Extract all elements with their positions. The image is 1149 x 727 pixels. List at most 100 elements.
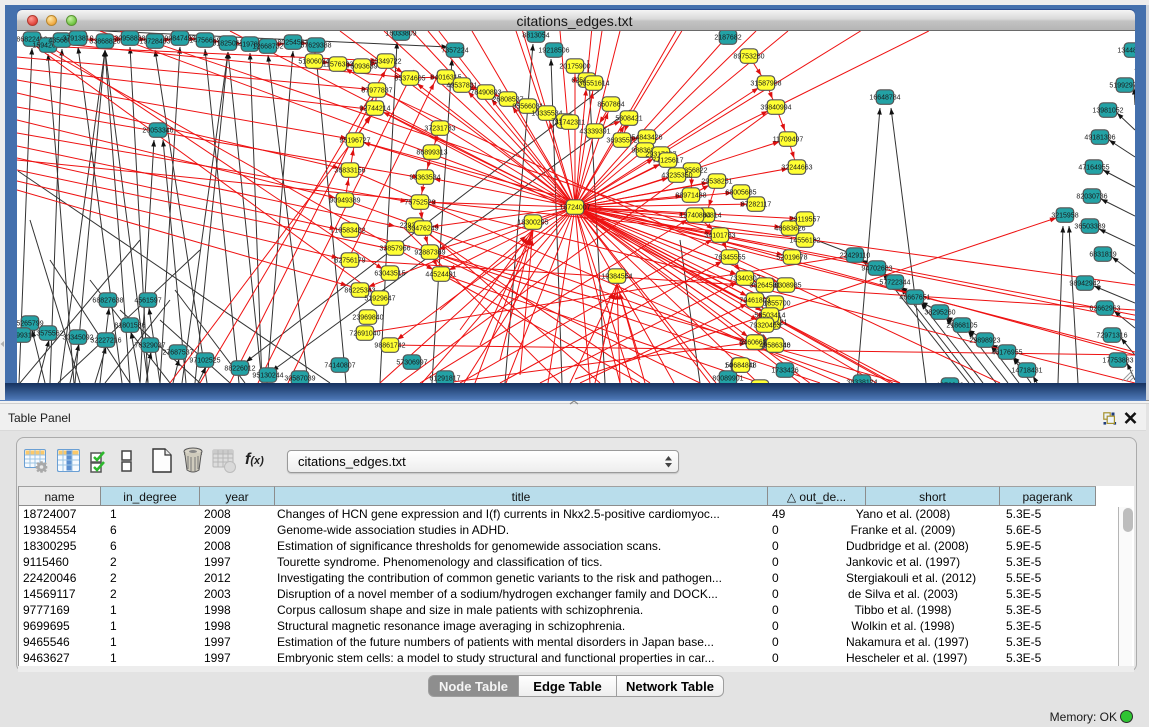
svg-text:85374605: 85374605 <box>394 76 425 83</box>
svg-text:88971488: 88971488 <box>675 193 706 200</box>
svg-text:8507864: 8507864 <box>597 102 624 109</box>
svg-text:34101783: 34101783 <box>704 233 735 240</box>
svg-text:77125617: 77125617 <box>652 158 683 165</box>
svg-text:20175900: 20175900 <box>559 64 590 71</box>
svg-text:43339391: 43339391 <box>579 129 610 136</box>
svg-text:22429110: 22429110 <box>840 253 871 260</box>
svg-text:92744214: 92744214 <box>359 106 390 113</box>
svg-text:31742311: 31742311 <box>555 120 586 127</box>
svg-text:90949389: 90949389 <box>329 198 360 205</box>
svg-text:2187682: 2187682 <box>714 35 741 42</box>
svg-text:62662963: 62662963 <box>1089 306 1120 313</box>
svg-text:20053346: 20053346 <box>142 128 173 135</box>
svg-text:95196727: 95196727 <box>339 138 370 145</box>
svg-text:98942942: 98942942 <box>1069 281 1100 288</box>
svg-text:36551614: 36551614 <box>578 81 609 88</box>
svg-text:86899313: 86899313 <box>416 150 447 157</box>
svg-text:13575562: 13575562 <box>32 331 63 338</box>
svg-text:11709497: 11709497 <box>773 137 804 144</box>
svg-text:29119557: 29119557 <box>790 217 821 224</box>
svg-text:87282117: 87282117 <box>741 202 772 209</box>
svg-text:19218506: 19218506 <box>538 48 569 55</box>
svg-text:3215958: 3215958 <box>1051 213 1078 220</box>
svg-text:36503389: 36503389 <box>1074 224 1105 231</box>
svg-text:1733426: 1733426 <box>771 368 798 375</box>
svg-text:49537831: 49537831 <box>446 83 477 90</box>
svg-text:79320463: 79320463 <box>749 323 780 330</box>
svg-text:38295260: 38295260 <box>924 310 955 317</box>
svg-text:79461803: 79461803 <box>739 298 770 305</box>
svg-text:57722344: 57722344 <box>879 280 910 287</box>
svg-text:29538251: 29538251 <box>701 179 732 186</box>
svg-text:23969840: 23969840 <box>352 315 383 322</box>
svg-text:13448136: 13448136 <box>1117 48 1135 55</box>
svg-text:74140807: 74140807 <box>324 363 355 370</box>
svg-text:30587039: 30587039 <box>284 376 315 383</box>
svg-text:47164955: 47164955 <box>1078 165 1109 172</box>
svg-text:72971316: 72971316 <box>1096 333 1127 340</box>
svg-text:5308421: 5308421 <box>615 116 642 123</box>
svg-text:33857966: 33857966 <box>379 246 410 253</box>
svg-text:76345555: 76345555 <box>714 255 745 262</box>
svg-text:10583482: 10583482 <box>334 228 365 235</box>
svg-text:57306997: 57306997 <box>396 360 427 367</box>
svg-text:7357224: 7357224 <box>441 48 468 55</box>
svg-text:80089901: 80089901 <box>712 376 743 383</box>
svg-text:5265799: 5265799 <box>17 321 44 328</box>
svg-text:32227216: 32227216 <box>90 338 121 345</box>
svg-text:52019678: 52019678 <box>776 255 807 262</box>
svg-text:87977837: 87977837 <box>361 88 392 95</box>
svg-text:82756179: 82756179 <box>334 258 365 265</box>
svg-text:89753260: 89753260 <box>733 54 764 61</box>
svg-text:14556182: 14556182 <box>789 238 820 245</box>
svg-text:36833156: 36833156 <box>334 168 365 175</box>
svg-text:39840994: 39840994 <box>760 105 791 112</box>
svg-text:8813054: 8813054 <box>522 33 549 40</box>
svg-text:46176955: 46176955 <box>991 350 1022 357</box>
svg-text:95130244: 95130244 <box>252 373 283 380</box>
svg-text:57629388: 57629388 <box>300 43 331 50</box>
svg-text:27687537: 27687537 <box>162 350 193 357</box>
svg-text:49586340: 49586340 <box>759 343 790 350</box>
svg-text:51929647: 51929647 <box>364 296 395 303</box>
svg-text:14718431: 14718431 <box>1011 368 1042 375</box>
svg-text:31587988: 31587988 <box>750 81 781 88</box>
svg-text:30476249: 30476249 <box>407 226 438 233</box>
svg-text:82030736: 82030736 <box>1076 194 1107 201</box>
svg-text:16033809: 16033809 <box>385 31 416 38</box>
svg-text:18724007: 18724007 <box>559 205 590 212</box>
svg-text:75752529: 75752529 <box>404 200 435 207</box>
svg-text:18300295: 18300295 <box>517 220 548 227</box>
svg-text:19740864: 19740864 <box>679 213 710 220</box>
svg-text:49181396: 49181396 <box>1084 135 1115 142</box>
svg-text:50684848: 50684848 <box>725 363 756 370</box>
svg-text:68005685: 68005685 <box>725 190 756 197</box>
svg-text:92887369: 92887369 <box>414 250 445 257</box>
svg-text:37231783: 37231783 <box>424 126 455 133</box>
svg-text:17753883: 17753883 <box>1102 358 1133 365</box>
svg-text:36264581: 36264581 <box>749 283 780 290</box>
svg-text:72691040: 72691040 <box>349 331 380 338</box>
svg-text:16648784: 16648784 <box>869 95 900 102</box>
svg-text:51992979: 51992979 <box>1109 83 1135 90</box>
svg-text:4561597: 4561597 <box>134 298 161 305</box>
svg-text:88226012: 88226012 <box>224 366 255 373</box>
svg-text:6831819: 6831819 <box>1089 252 1116 259</box>
svg-text:1872248: 1872248 <box>936 383 963 384</box>
svg-text:76329037: 76329037 <box>134 343 165 350</box>
svg-text:29898923: 29898923 <box>969 338 1000 345</box>
svg-text:13981052: 13981052 <box>1092 108 1123 115</box>
svg-text:68827638: 68827638 <box>92 298 123 305</box>
svg-text:98861742: 98861742 <box>374 343 405 350</box>
svg-text:38338124: 38338124 <box>846 380 877 384</box>
svg-text:81801586: 81801586 <box>114 323 145 330</box>
svg-text:63043515: 63043515 <box>374 271 405 278</box>
svg-text:97102525: 97102525 <box>189 358 220 365</box>
svg-text:78490893: 78490893 <box>470 90 501 97</box>
svg-text:46667651: 46667651 <box>899 295 930 302</box>
svg-text:44524491: 44524491 <box>425 272 456 279</box>
svg-text:40349722: 40349722 <box>370 59 401 66</box>
svg-text:32244663: 32244663 <box>781 165 812 172</box>
svg-text:61291817: 61291817 <box>429 376 460 383</box>
svg-text:94702683: 94702683 <box>861 266 892 273</box>
